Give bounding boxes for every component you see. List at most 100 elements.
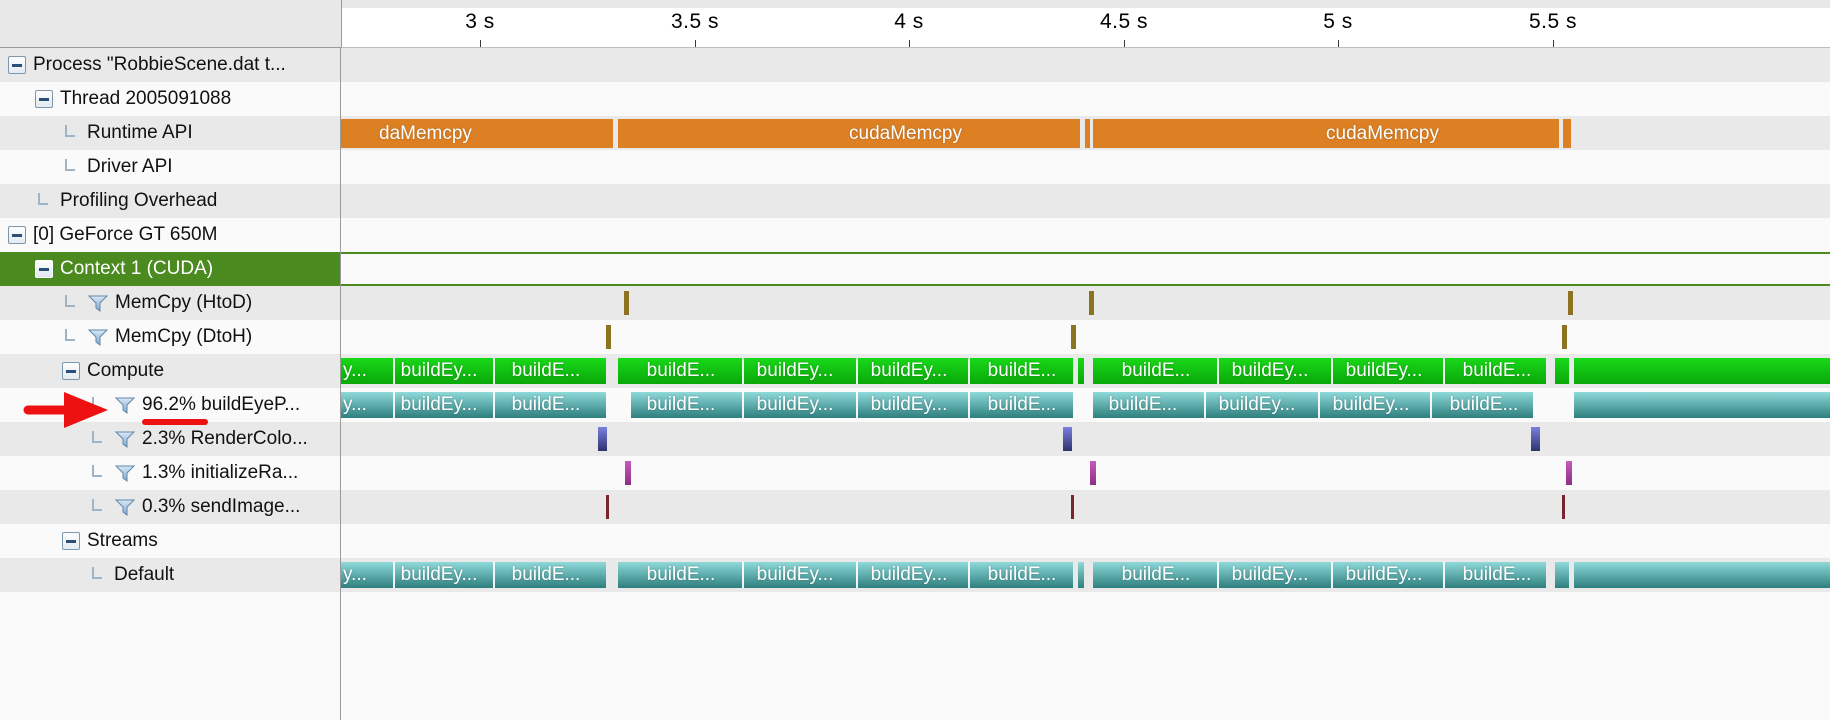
timeline-marker[interactable] <box>606 325 611 349</box>
ruler-tick-label: 3.5 s <box>670 10 720 33</box>
timeline-bar[interactable]: y... buildEy... buildE... <box>341 562 606 588</box>
timeline-bar-label: cudaMemcpy <box>849 122 962 144</box>
timeline-bar[interactable]: buildE... buildEy... buildEy... buildE... <box>1093 358 1546 384</box>
time-ruler[interactable]: 3 s 3.5 s 4 s 4.5 s 5 s 5.5 s <box>341 0 1830 48</box>
timeline-bar[interactable] <box>1574 358 1830 384</box>
timeline-bar[interactable]: y... buildEy... buildE... <box>341 392 606 418</box>
timeline-bar[interactable]: cudaMemcpy <box>1093 119 1559 148</box>
collapse-toggle-icon[interactable] <box>35 260 53 278</box>
timeline-bar[interactable] <box>1078 358 1084 384</box>
timeline-bar[interactable]: buildE... buildEy... buildEy... buildE... <box>618 562 1073 588</box>
timeline-bar-label: buildE... <box>646 394 716 415</box>
timeline-row-thread[interactable] <box>341 82 1830 116</box>
timeline-marker[interactable] <box>1063 427 1072 451</box>
timeline-row-kernel-sendimage[interactable] <box>341 490 1830 524</box>
tree-row-device-gpu[interactable]: [0] GeForce GT 650M <box>0 218 340 252</box>
tree-elbow-icon <box>62 294 80 312</box>
tree-row-memcpy-htod[interactable]: MemCpy (HtoD) <box>0 286 340 320</box>
tree-row-kernel-buildeyepath[interactable]: 96.2% buildEyeP... <box>0 388 340 422</box>
timeline-bar-label: buildE... <box>1449 394 1519 415</box>
timeline-marker[interactable] <box>1562 495 1565 519</box>
timeline-row-streams[interactable] <box>341 524 1830 558</box>
timeline-row-compute[interactable]: y... buildEy... buildE... buildE... buildEy.… <box>341 354 1830 388</box>
tree-row-runtime-api[interactable]: Runtime API <box>0 116 340 150</box>
timeline-marker[interactable] <box>1071 495 1074 519</box>
timeline-bar[interactable]: buildE... buildEy... buildEy... buildE... <box>1093 562 1546 588</box>
collapse-toggle-icon[interactable] <box>62 362 80 380</box>
timeline-bar[interactable] <box>1563 119 1571 148</box>
timeline-graph-pane[interactable]: daMemcpy cudaMemcpy cudaMemcpy y... buildEy.… <box>341 48 1830 720</box>
timeline-bar[interactable] <box>1574 562 1830 588</box>
tree-row-kernel-rendercolor[interactable]: 2.3% RenderColo... <box>0 422 340 456</box>
tree-row-streams[interactable]: Streams <box>0 524 340 558</box>
tree-row-profiling-overhead[interactable]: Profiling Overhead <box>0 184 340 218</box>
timeline-bar[interactable] <box>1555 562 1569 588</box>
timeline-bar[interactable] <box>1078 562 1084 588</box>
filter-funnel-icon[interactable] <box>87 293 109 313</box>
timeline-marker[interactable] <box>606 495 609 519</box>
timeline-marker[interactable] <box>1568 291 1573 315</box>
timeline-row-stream-default[interactable]: y... buildEy... buildE... buildE... buildEy.… <box>341 558 1830 592</box>
timeline-bar[interactable] <box>1555 358 1569 384</box>
timeline-marker[interactable] <box>1071 325 1076 349</box>
timeline-marker[interactable] <box>598 427 607 451</box>
tree-row-compute[interactable]: Compute <box>0 354 340 388</box>
timeline-marker[interactable] <box>624 291 629 315</box>
timeline-bar[interactable] <box>1085 119 1090 148</box>
timeline-row-kernel-buildeyepath[interactable]: y... buildEy... buildE... buildE... buildEy.… <box>341 388 1830 422</box>
timeline-row-process[interactable] <box>341 48 1830 82</box>
collapse-toggle-icon[interactable] <box>62 532 80 550</box>
tree-row-driver-api[interactable]: Driver API <box>0 150 340 184</box>
tree-row-thread[interactable]: Thread 2005091088 <box>0 82 340 116</box>
collapse-toggle-icon[interactable] <box>8 56 26 74</box>
collapse-toggle-icon[interactable] <box>35 90 53 108</box>
timeline-marker[interactable] <box>1090 461 1096 485</box>
filter-funnel-icon[interactable] <box>87 327 109 347</box>
timeline-bar-label: daMemcpy <box>379 122 472 144</box>
timeline-bar[interactable]: cudaMemcpy <box>618 119 1080 148</box>
bar-segment-divider <box>1318 392 1320 418</box>
filter-funnel-icon[interactable] <box>114 395 136 415</box>
tree-row-stream-default[interactable]: Default <box>0 558 340 592</box>
timeline-row-memcpy-dtoh[interactable] <box>341 320 1830 354</box>
timeline-row-runtime-api[interactable]: daMemcpy cudaMemcpy cudaMemcpy <box>341 116 1830 150</box>
collapse-toggle-icon[interactable] <box>8 226 26 244</box>
timeline-row-profiling-overhead[interactable] <box>341 184 1830 218</box>
timeline-tree-pane[interactable]: Process "RobbieScene.dat t... Thread 2005… <box>0 48 341 720</box>
timeline-bar[interactable]: buildE... buildEy... buildEy... buildE... <box>631 392 1073 418</box>
timeline-bar[interactable] <box>1574 392 1830 418</box>
tree-row-kernel-initializera[interactable]: 1.3% initializeRa... <box>0 456 340 490</box>
timeline-row-kernel-rendercolor[interactable] <box>341 422 1830 456</box>
timeline-row-memcpy-htod[interactable] <box>341 286 1830 320</box>
tree-row-memcpy-dtoh[interactable]: MemCpy (DtoH) <box>0 320 340 354</box>
timeline-marker[interactable] <box>1566 461 1572 485</box>
tree-row-process[interactable]: Process "RobbieScene.dat t... <box>0 48 340 82</box>
tree-row-label: Driver API <box>87 156 173 177</box>
timeline-row-driver-api[interactable] <box>341 150 1830 184</box>
timeline-bar[interactable]: y... buildEy... buildE... <box>341 358 606 384</box>
timeline-bar-label: buildEy... <box>870 394 948 415</box>
timeline-row-context[interactable] <box>341 252 1830 286</box>
timeline-marker[interactable] <box>1089 291 1094 315</box>
bar-segment-divider <box>1331 358 1333 384</box>
timeline-bar[interactable]: buildE... buildEy... buildEy... buildE... <box>1093 392 1533 418</box>
timeline-marker[interactable] <box>625 461 631 485</box>
ruler-tick-mark <box>1338 40 1339 47</box>
timeline-bar[interactable]: daMemcpy <box>341 119 613 148</box>
filter-funnel-icon[interactable] <box>114 497 136 517</box>
timeline-marker[interactable] <box>1562 325 1567 349</box>
tree-row-kernel-sendimage[interactable]: 0.3% sendImage... <box>0 490 340 524</box>
tree-row-context[interactable]: Context 1 (CUDA) <box>0 252 340 286</box>
filter-funnel-icon[interactable] <box>114 463 136 483</box>
filter-funnel-icon[interactable] <box>114 429 136 449</box>
ruler-tick-mark <box>1553 40 1554 47</box>
bar-segment-divider <box>1443 358 1445 384</box>
bar-segment-divider <box>493 392 495 418</box>
timeline-ruler-strip: 3 s 3.5 s 4 s 4.5 s 5 s 5.5 s <box>0 0 1830 48</box>
timeline-row-kernel-initializera[interactable] <box>341 456 1830 490</box>
bar-segment-divider <box>1331 562 1333 588</box>
timeline-bar-label: y... <box>343 360 367 381</box>
timeline-row-device-gpu[interactable] <box>341 218 1830 252</box>
timeline-bar[interactable]: buildE... buildEy... buildEy... buildE... <box>618 358 1073 384</box>
timeline-marker[interactable] <box>1531 427 1540 451</box>
